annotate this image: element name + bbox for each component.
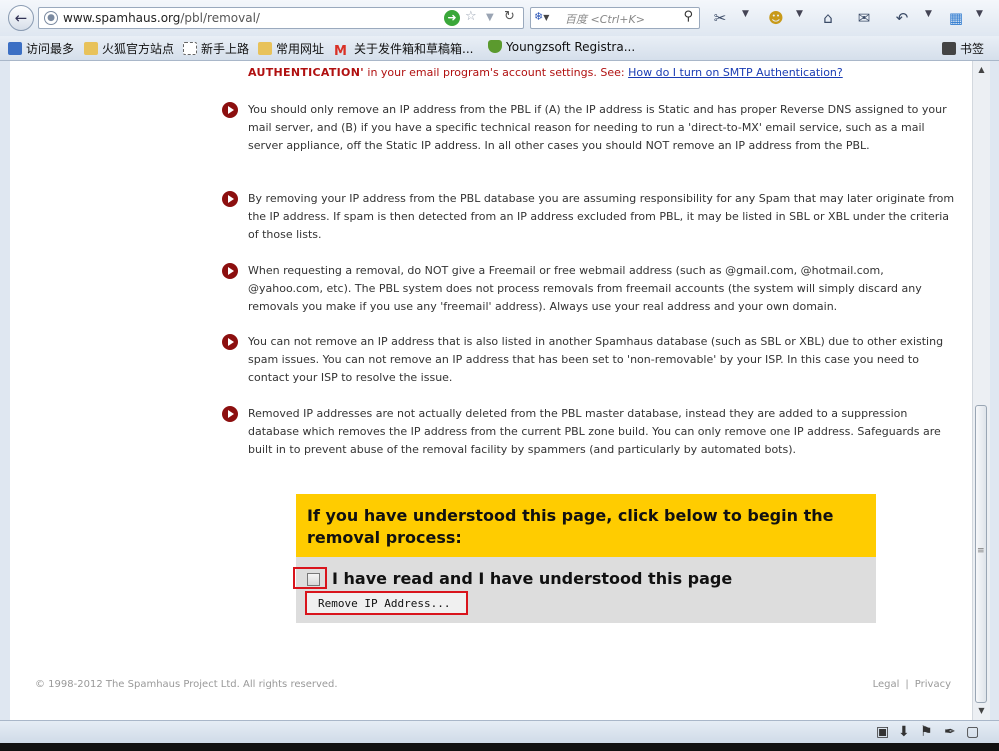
auth-warning-text: AUTHENTICATION'	[248, 66, 364, 79]
address-bar[interactable]: ● www.spamhaus.org/pbl/removal/ ➜ ☆ ▼ ↻	[38, 7, 524, 29]
chevron-down-icon[interactable]: ▼	[742, 9, 749, 19]
ack-checkbox-highlight	[293, 567, 327, 589]
removal-title: If you have understood this page, click …	[307, 506, 834, 547]
footer-copyright: © 1998-2012 The Spamhaus Project Ltd. Al…	[35, 679, 338, 690]
undo-close-icon[interactable]: ↶	[890, 7, 914, 29]
go-icon[interactable]: ➜	[444, 10, 460, 26]
status-bar: ▣ ⬇ ⚑ ✒ ▢	[0, 720, 999, 744]
info-paragraph: When requesting a removal, do NOT give a…	[248, 264, 922, 313]
back-button[interactable]: ←	[8, 5, 34, 31]
url-text: www.spamhaus.org/pbl/removal/	[63, 11, 260, 25]
bookmark-gmail[interactable]: M 关于发件箱和草稿箱...	[334, 40, 473, 58]
baidu-paw-icon: ❄	[534, 10, 544, 23]
home-icon[interactable]: ⌂	[816, 7, 840, 29]
arrow-bullet-icon	[222, 191, 238, 207]
scroll-grip-icon: ≡	[977, 546, 985, 556]
window-frame	[990, 61, 999, 751]
removal-panel: If you have understood this page, click …	[293, 494, 876, 623]
chevron-down-icon: ▼	[543, 13, 550, 22]
screenshot-tool-icon[interactable]: ✂	[708, 7, 732, 29]
info-paragraph: You should only remove an IP address fro…	[248, 103, 947, 152]
most-visited-icon	[8, 42, 22, 55]
navigation-toolbar: ← ● www.spamhaus.org/pbl/removal/ ➜ ☆ ▼ …	[0, 0, 999, 36]
star-bookmark-icon[interactable]: ☆	[465, 9, 477, 24]
dotted-page-icon	[183, 42, 197, 55]
bookmark-getting-started[interactable]: 新手上路	[183, 40, 249, 57]
magnifier-icon[interactable]: ⚲	[683, 9, 693, 24]
info-paragraph: You can not remove an IP address that is…	[248, 335, 944, 384]
taskbar-edge	[0, 743, 999, 751]
folder-icon	[84, 42, 98, 55]
site-identity-icon[interactable]: ●	[44, 11, 58, 25]
arrow-bullet-icon	[222, 334, 238, 350]
auth-warning-rest: in your email program's account settings…	[363, 66, 629, 79]
chevron-down-icon[interactable]: ▼	[976, 9, 983, 19]
window-icon[interactable]: ▢	[966, 724, 979, 740]
download-icon[interactable]: ⬇	[898, 724, 910, 740]
ack-checkbox[interactable]	[307, 573, 320, 586]
info-paragraph: Removed IP addresses are not actually de…	[248, 407, 941, 456]
back-arrow-icon: ←	[14, 9, 28, 27]
chevron-down-icon[interactable]: ▼	[796, 9, 803, 19]
page-viewport: AUTHENTICATION' in your email program's …	[10, 61, 972, 720]
ack-label[interactable]: I have read and I have understood this p…	[332, 569, 732, 588]
vertical-scrollbar[interactable]: ▲ ≡ ▼	[972, 61, 990, 720]
info-paragraph: By removing your IP address from the PBL…	[248, 192, 955, 241]
reload-icon[interactable]: ↻	[504, 9, 515, 24]
smtp-auth-note: AUTHENTICATION' in your email program's …	[248, 66, 843, 79]
bookmark-firefox-official[interactable]: 火狐官方站点	[84, 40, 174, 57]
arrow-bullet-icon	[222, 263, 238, 279]
bookmark-most-visited[interactable]: 访问最多	[8, 40, 74, 57]
scroll-thumb[interactable]: ≡	[975, 405, 987, 703]
footer-links: Legal | Privacy	[873, 679, 951, 690]
bookmark-youngzsoft[interactable]: Youngzsoft Registra...	[488, 40, 635, 54]
arrow-bullet-icon	[222, 406, 238, 422]
remove-ip-button-label: Remove IP Address...	[318, 597, 451, 610]
privacy-link[interactable]: Privacy	[915, 679, 951, 690]
folder-icon	[258, 42, 272, 55]
search-engine-selector[interactable]: ❄▼	[534, 10, 560, 26]
flag-icon[interactable]: ⚑	[920, 724, 933, 740]
page-tools-icon[interactable]: ▣	[876, 724, 889, 740]
search-bar[interactable]: ❄▼ 百度 <Ctrl+K> ⚲	[530, 7, 700, 29]
arrow-bullet-icon	[222, 102, 238, 118]
apps-grid-icon[interactable]: ▦	[944, 7, 968, 29]
footer-separator: |	[905, 679, 909, 690]
remove-ip-button[interactable]: Remove IP Address...	[305, 591, 468, 615]
scroll-up-icon[interactable]: ▲	[975, 63, 988, 77]
scroll-down-icon[interactable]: ▼	[975, 704, 988, 718]
gmail-icon: M	[334, 44, 347, 59]
smtp-auth-help-link[interactable]: How do I turn on SMTP Authentication?	[628, 66, 843, 79]
bookmarks-icon	[942, 42, 956, 55]
addon-smiley-icon[interactable]: ☻	[764, 7, 788, 29]
tools-icon[interactable]: ✒	[944, 724, 956, 740]
chevron-down-icon[interactable]: ▼	[925, 9, 932, 19]
removal-header: If you have understood this page, click …	[296, 494, 876, 557]
bookmarks-toolbar: 访问最多 火狐官方站点 新手上路 常用网址 M 关于发件箱和草稿箱... Youn…	[0, 36, 999, 61]
mail-icon[interactable]: ✉	[852, 7, 876, 29]
bookmark-common-sites[interactable]: 常用网址	[258, 40, 324, 57]
search-input[interactable]: 百度 <Ctrl+K>	[565, 11, 645, 27]
shield-icon	[488, 40, 502, 53]
legal-link[interactable]: Legal	[873, 679, 900, 690]
bookmarks-menu-button[interactable]: 书签	[942, 40, 984, 57]
history-dropdown-icon[interactable]: ▼	[486, 12, 494, 23]
